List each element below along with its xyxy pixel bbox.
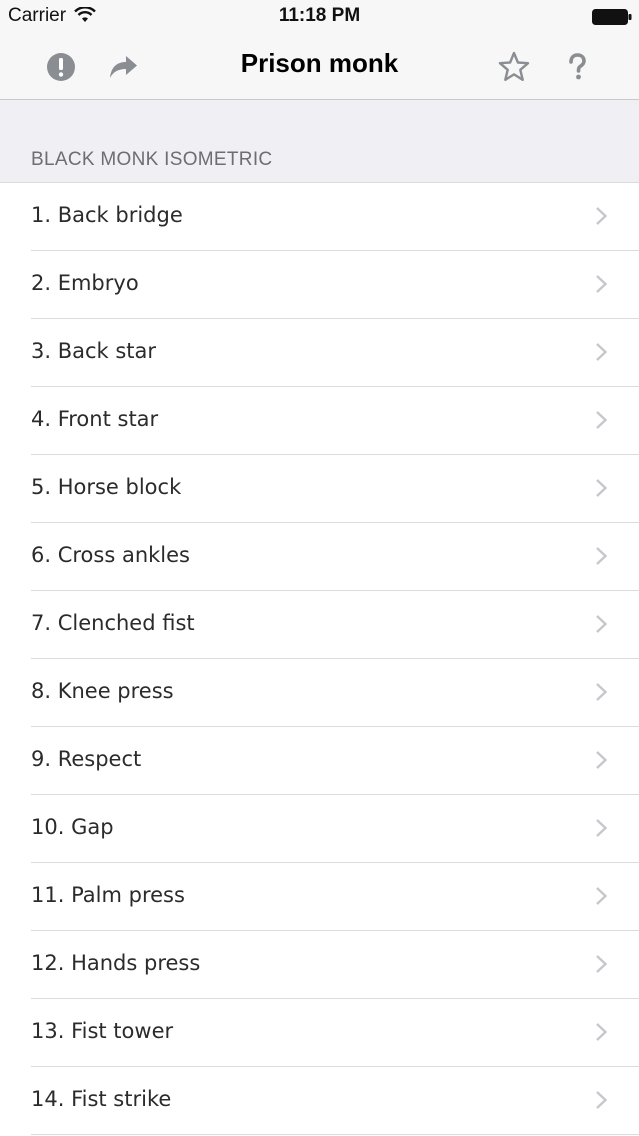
list-item[interactable]: 14. Fist strike [0, 1067, 639, 1135]
chevron-right-icon [596, 751, 608, 769]
chevron-right-icon [596, 547, 608, 565]
chevron-right-icon [596, 1091, 608, 1109]
list-item[interactable]: 1. Back bridge [0, 183, 639, 251]
list-item[interactable]: 9. Respect [0, 727, 639, 795]
list-item-label: 5. Horse block [31, 475, 182, 499]
list-item-label: 12. Hands press [31, 951, 201, 975]
chevron-right-icon [596, 275, 608, 293]
chevron-right-icon [596, 955, 608, 973]
star-icon[interactable] [497, 50, 531, 84]
battery-icon [592, 9, 632, 25]
list-item[interactable]: 2. Embryo [0, 251, 639, 319]
chevron-right-icon [596, 819, 608, 837]
list-item[interactable]: 12. Hands press [0, 931, 639, 999]
list-item[interactable]: 4. Front star [0, 387, 639, 455]
list-item[interactable]: 7. Clenched fist [0, 591, 639, 659]
list-item-label: 11. Palm press [31, 883, 185, 907]
list-item[interactable]: 5. Horse block [0, 455, 639, 523]
chevron-right-icon [596, 479, 608, 497]
list-item-label: 1. Back bridge [31, 203, 183, 227]
navigation-bar: Prison monk [0, 34, 639, 100]
list-item[interactable]: 10. Gap [0, 795, 639, 863]
list-item-label: 7. Clenched fist [31, 611, 195, 635]
chevron-right-icon [596, 887, 608, 905]
page-title: Prison monk [240, 48, 399, 78]
exercise-list: 1. Back bridge 2. Embryo 3. Back star 4.… [0, 183, 639, 1135]
list-item-label: 9. Respect [31, 747, 142, 771]
chevron-right-icon [596, 343, 608, 361]
chevron-right-icon [596, 207, 608, 225]
divider [31, 1134, 639, 1135]
status-time: 11:18 PM [278, 5, 361, 26]
list-item[interactable]: 3. Back star [0, 319, 639, 387]
list-item[interactable]: 8. Knee press [0, 659, 639, 727]
list-item-label: 13. Fist tower [31, 1019, 174, 1043]
status-bar: Carrier 11:18 PM [0, 0, 639, 34]
chevron-right-icon [596, 411, 608, 429]
section-header: BLACK MONK ISOMETRIC [0, 100, 639, 183]
list-item-label: 14. Fist strike [31, 1087, 172, 1111]
list-item-label: 4. Front star [31, 407, 159, 431]
list-item[interactable]: 11. Palm press [0, 863, 639, 931]
list-item-label: 10. Gap [31, 815, 114, 839]
list-item-label: 8. Knee press [31, 679, 174, 703]
section-title: BLACK MONK ISOMETRIC [31, 149, 273, 170]
chevron-right-icon [596, 615, 608, 633]
list-item-label: 2. Embryo [31, 271, 139, 295]
list-item[interactable]: 6. Cross ankles [0, 523, 639, 591]
chevron-right-icon [596, 1023, 608, 1041]
list-item[interactable]: 13. Fist tower [0, 999, 639, 1067]
question-icon[interactable] [560, 50, 594, 84]
list-item-label: 3. Back star [31, 339, 157, 363]
chevron-right-icon [596, 683, 608, 701]
list-item-label: 6. Cross ankles [31, 543, 190, 567]
